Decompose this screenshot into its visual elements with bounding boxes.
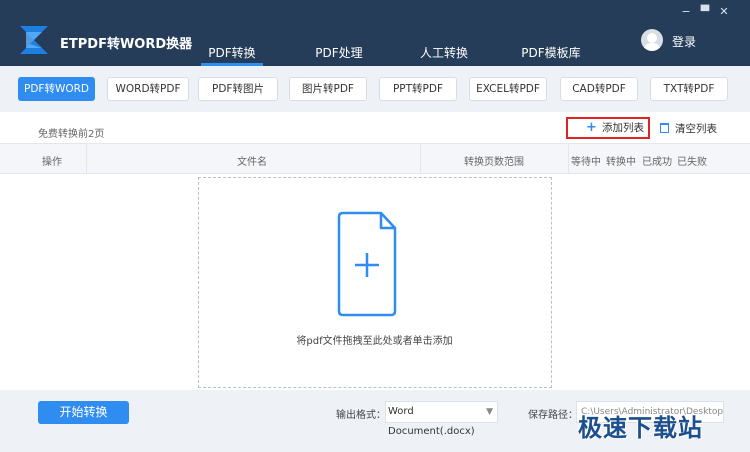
pdf-to-image-button[interactable]: PDF转图片: [198, 77, 278, 101]
watermark-text: 极速下载站: [578, 414, 703, 442]
free-pages-note: 免费转换前2页: [38, 129, 105, 140]
output-format-label: 输出格式：: [336, 410, 386, 421]
add-list-button[interactable]: + 添加列表: [566, 117, 650, 139]
ppt-to-pdf-button[interactable]: PPT转PDF: [379, 77, 457, 101]
chevron-down-icon: ▼: [486, 407, 493, 417]
minimize-icon[interactable]: −: [679, 6, 693, 18]
close-icon[interactable]: ✕: [717, 6, 731, 18]
maximize-icon[interactable]: ▀: [698, 6, 712, 18]
title-bar: ETPDF转WORD换器 PDF转换 PDF处理 人工转换 PDF模板库 − ▀…: [0, 0, 750, 66]
file-drop-zone[interactable]: 将pdf文件拖拽至此处或者单击添加: [198, 177, 552, 388]
tab-pdf-process[interactable]: PDF处理: [311, 44, 367, 66]
add-file-icon: [337, 211, 397, 317]
column-divider: [420, 144, 421, 173]
word-to-pdf-button[interactable]: WORD转PDF: [107, 77, 189, 101]
conversion-toolbar: PDF转WORD WORD转PDF PDF转图片 图片转PDF PPT转PDF …: [0, 66, 750, 112]
image-to-pdf-button[interactable]: 图片转PDF: [289, 77, 367, 101]
pdf-to-word-button[interactable]: PDF转WORD: [18, 77, 95, 101]
bottom-bar: 开始转换 输出格式： Word Document(.docx) ▼ 保存路径： …: [0, 390, 750, 452]
avatar-body: [644, 43, 660, 51]
cad-to-pdf-button[interactable]: CAD转PDF: [560, 77, 638, 101]
login-link[interactable]: 登录: [672, 33, 696, 50]
drop-hint-text: 将pdf文件拖拽至此处或者单击添加: [296, 336, 453, 347]
output-format-select[interactable]: Word Document(.docx) ▼: [385, 401, 498, 437]
clear-list-label: 清空列表: [675, 123, 717, 135]
excel-to-pdf-button[interactable]: EXCEL转PDF: [469, 77, 547, 101]
start-convert-button[interactable]: 开始转换: [38, 401, 129, 424]
avatar-head: [647, 33, 657, 43]
output-format-value: Word Document(.docx): [388, 406, 475, 437]
file-table-header: 操作 文件名 转换页数范围 等待中 转换中 已成功 已失败: [0, 143, 750, 174]
trash-icon: [660, 123, 669, 133]
app-logo-icon: [20, 26, 48, 54]
avatar[interactable]: [641, 29, 663, 51]
clear-list-button[interactable]: 清空列表: [660, 121, 717, 136]
add-list-label: 添加列表: [602, 122, 644, 134]
column-converting: 转换中: [606, 157, 636, 168]
plus-icon: +: [586, 120, 597, 135]
save-path-label: 保存路径：: [528, 410, 578, 421]
tab-manual-convert[interactable]: 人工转换: [418, 44, 470, 66]
column-divider: [86, 144, 87, 173]
tab-pdf-templates[interactable]: PDF模板库: [518, 44, 584, 66]
column-page-range: 转换页数范围: [464, 157, 524, 168]
app-title: ETPDF转WORD换器: [60, 37, 193, 52]
txt-to-pdf-button[interactable]: TXT转PDF: [650, 77, 728, 101]
column-action: 操作: [42, 157, 62, 168]
column-failed: 已失败: [677, 157, 707, 168]
column-filename: 文件名: [237, 157, 267, 168]
tab-pdf-convert[interactable]: PDF转换: [201, 44, 263, 66]
column-waiting: 等待中: [571, 157, 601, 168]
column-success: 已成功: [642, 157, 672, 168]
